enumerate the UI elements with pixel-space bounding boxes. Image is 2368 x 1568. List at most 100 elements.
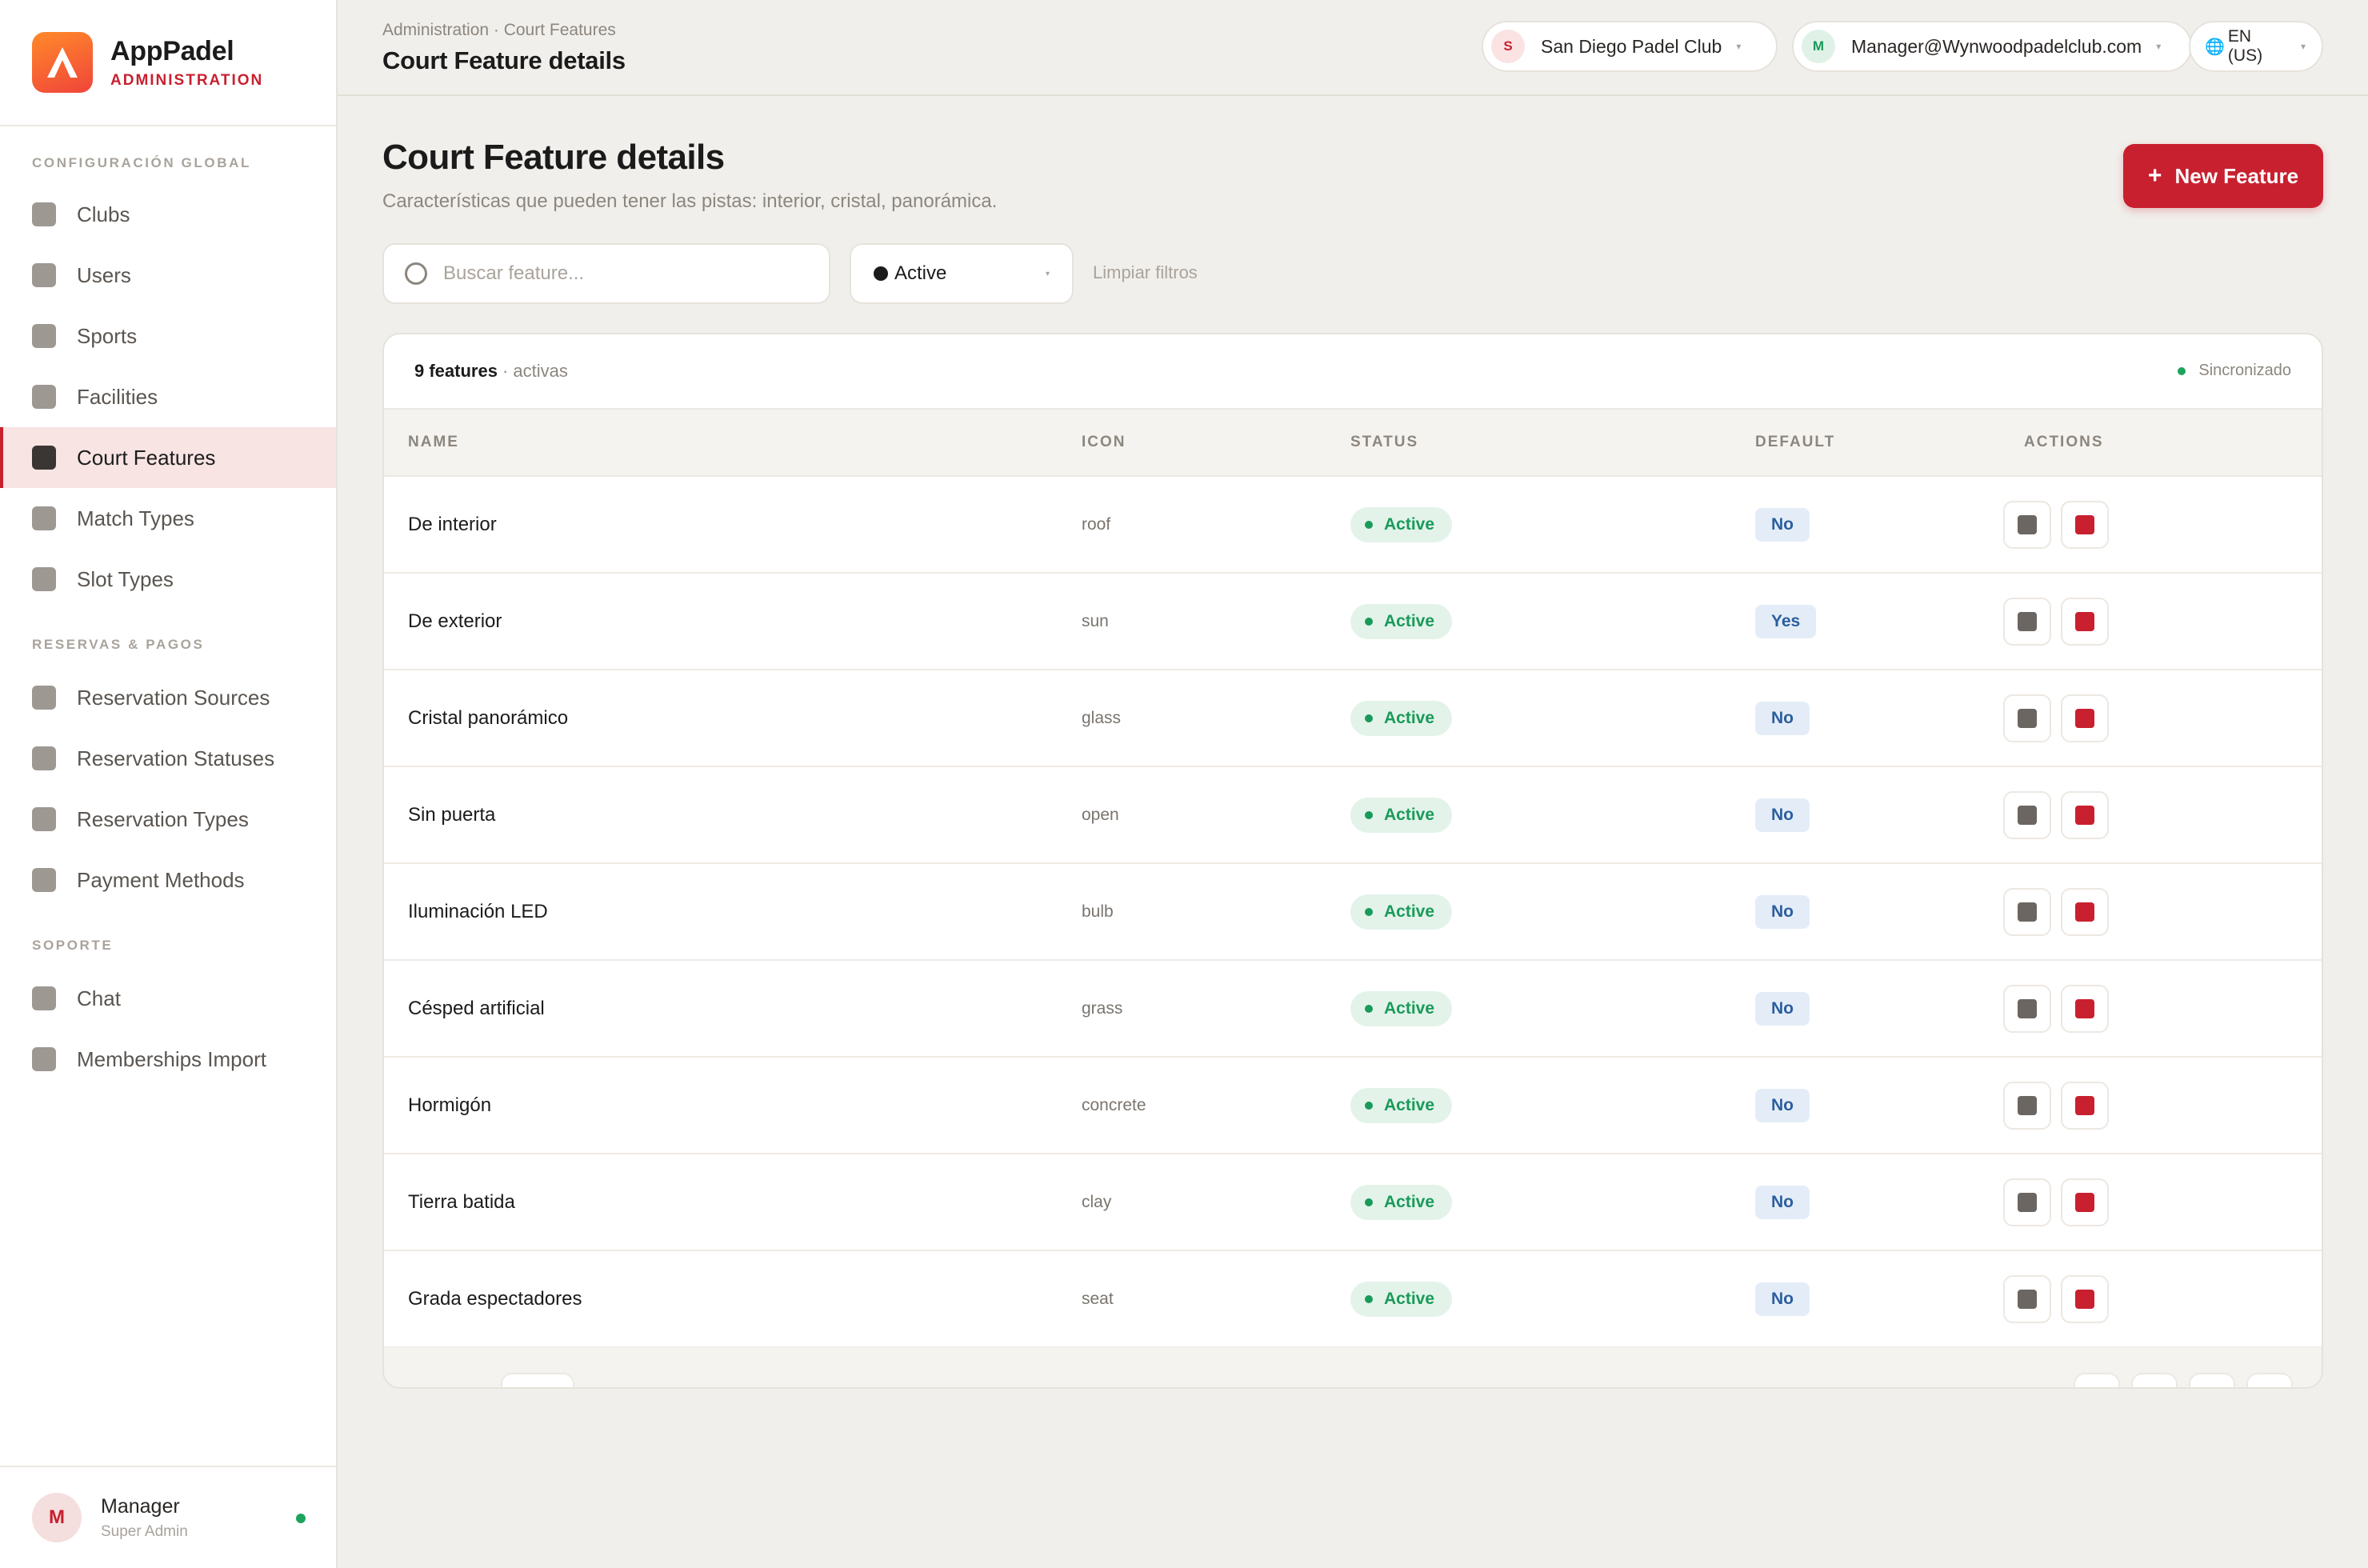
edit-button[interactable] [2003, 985, 2051, 1033]
nav-section-global: CONFIGURACIÓN GLOBAL [32, 155, 251, 170]
column-header-default[interactable]: DEFAULT [1755, 434, 1835, 451]
clear-filters-link[interactable]: Limpiar filtros [1093, 262, 1198, 283]
table-row[interactable]: Iluminación LED bulb Active No [384, 864, 2322, 961]
edit-icon [2018, 709, 2037, 728]
status-badge: Active [1350, 894, 1453, 930]
status-dot-icon [1365, 520, 1373, 529]
table-row[interactable]: De exterior sun Active Yes [384, 574, 2322, 670]
language-label: EN (US) [2227, 27, 2263, 65]
page-size-select[interactable] [501, 1373, 574, 1387]
delete-button[interactable] [2061, 1082, 2109, 1130]
sidebar-item-label: Reservation Statuses [77, 746, 275, 770]
status-badge-label: Active [1384, 805, 1435, 824]
delete-button[interactable] [2061, 694, 2109, 742]
table-row[interactable]: Grada espectadores seat Active No [384, 1251, 2322, 1348]
table-row[interactable]: De interior roof Active No [384, 477, 2322, 574]
edit-button[interactable] [2003, 1082, 2051, 1130]
edit-button[interactable] [2003, 694, 2051, 742]
sidebar-item-match-types[interactable]: Match Types [0, 488, 336, 549]
table-row[interactable]: Tierra batida clay Active No [384, 1154, 2322, 1251]
edit-button[interactable] [2003, 598, 2051, 646]
search-placeholder: Buscar feature... [443, 262, 585, 284]
pagination-prev-button[interactable] [2074, 1373, 2120, 1387]
status-badge-label: Active [1384, 1192, 1435, 1211]
pagination-page-button[interactable] [2189, 1373, 2235, 1387]
column-header-status[interactable]: STATUS [1350, 434, 1418, 451]
sidebar-item-chat[interactable]: Chat [0, 968, 336, 1029]
users-icon [32, 263, 56, 287]
sidebar-item-label: Slot Types [77, 566, 174, 591]
delete-button[interactable] [2061, 888, 2109, 936]
status-filter-value: Active [894, 262, 947, 284]
table-row[interactable]: Césped artificial grass Active No [384, 961, 2322, 1058]
globe-icon: 🌐 [2205, 38, 2225, 56]
sidebar-item-reservation-sources[interactable]: Reservation Sources [0, 667, 336, 728]
current-user[interactable]: M Manager Super Admin [0, 1466, 336, 1568]
sidebar-item-reservation-types[interactable]: Reservation Types [0, 789, 336, 850]
topbar: Administration · Court Features Court Fe… [338, 0, 2368, 96]
delete-icon [2075, 999, 2094, 1018]
sidebar-item-label: Users [77, 262, 131, 287]
language-selector[interactable]: 🌐 EN (US) ▾ [2189, 21, 2323, 72]
apppadel-logo-icon[interactable] [32, 32, 93, 93]
sidebar-item-facilities[interactable]: Facilities [0, 366, 336, 427]
new-feature-button[interactable]: + New Feature [2123, 144, 2323, 208]
sidebar-item-slot-types[interactable]: Slot Types [0, 549, 336, 610]
edit-button[interactable] [2003, 791, 2051, 839]
account-selector[interactable]: M Manager@Wynwoodpadelclub.com ▾ [1792, 21, 2192, 72]
edit-button[interactable] [2003, 888, 2051, 936]
sidebar-item-sports[interactable]: Sports [0, 306, 336, 366]
default-badge: No [1755, 507, 1810, 542]
feature-icon-key: open [1082, 805, 1119, 824]
sidebar-item-memberships-import[interactable]: Memberships Import [0, 1029, 336, 1090]
edit-icon [2018, 806, 2037, 825]
club-selector[interactable]: S San Diego Padel Club ▾ [1482, 21, 1778, 72]
online-status-icon [296, 1514, 306, 1523]
sports-icon [32, 324, 56, 348]
status-badge: Active [1350, 506, 1453, 542]
status-badge: Active [1350, 603, 1453, 639]
delete-button[interactable] [2061, 598, 2109, 646]
edit-button[interactable] [2003, 1275, 2051, 1323]
table-row[interactable]: Hormigón concrete Active No [384, 1058, 2322, 1154]
status-dot-icon [1365, 810, 1373, 819]
sidebar-item-reservation-statuses[interactable]: Reservation Statuses [0, 728, 336, 789]
chevron-down-icon: ▾ [1736, 41, 1742, 52]
status-dot-icon [1365, 617, 1373, 626]
pagination-page-button[interactable] [2131, 1373, 2178, 1387]
feature-icon-key: sun [1082, 611, 1109, 630]
sidebar-item-court-features[interactable]: Court Features [0, 427, 336, 488]
delete-button[interactable] [2061, 1178, 2109, 1226]
chevron-down-icon: ▾ [2156, 41, 2162, 52]
edit-button[interactable] [2003, 501, 2051, 549]
sidebar-item-payment-methods[interactable]: Payment Methods [0, 850, 336, 910]
sidebar-item-users[interactable]: Users [0, 245, 336, 306]
feature-name: Cristal panorámico [408, 706, 569, 729]
chevron-down-icon: ▾ [2300, 41, 2306, 52]
pagination-next-button[interactable] [2246, 1373, 2293, 1387]
default-badge: No [1755, 798, 1810, 832]
search-input[interactable]: Buscar feature... [382, 243, 830, 304]
status-badge-label: Active [1384, 998, 1435, 1018]
search-icon [405, 262, 427, 285]
column-header-icon[interactable]: ICON [1082, 434, 1126, 451]
edit-button[interactable] [2003, 1178, 2051, 1226]
status-filter-select[interactable]: Active ▾ [850, 243, 1074, 304]
delete-button[interactable] [2061, 501, 2109, 549]
delete-button[interactable] [2061, 1275, 2109, 1323]
header-title: Court Feature details [382, 46, 626, 74]
column-header-name[interactable]: NAME [408, 434, 459, 451]
delete-button[interactable] [2061, 985, 2109, 1033]
breadcrumb: Administration · Court Features [382, 21, 616, 39]
page-title: Court Feature details [382, 138, 725, 177]
sidebar-item-label: Reservation Sources [77, 685, 270, 710]
chat-icon [32, 986, 56, 1010]
feature-icon-key: glass [1082, 708, 1122, 727]
table-row[interactable]: Sin puerta open Active No [384, 767, 2322, 864]
sidebar-item-clubs[interactable]: Clubs [0, 184, 336, 245]
table-row[interactable]: Cristal panorámico glass Active No [384, 670, 2322, 767]
sync-status: Sincronizado [2178, 362, 2291, 380]
edit-icon [2018, 1096, 2037, 1115]
feature-name: Hormigón [408, 1094, 492, 1116]
delete-button[interactable] [2061, 791, 2109, 839]
